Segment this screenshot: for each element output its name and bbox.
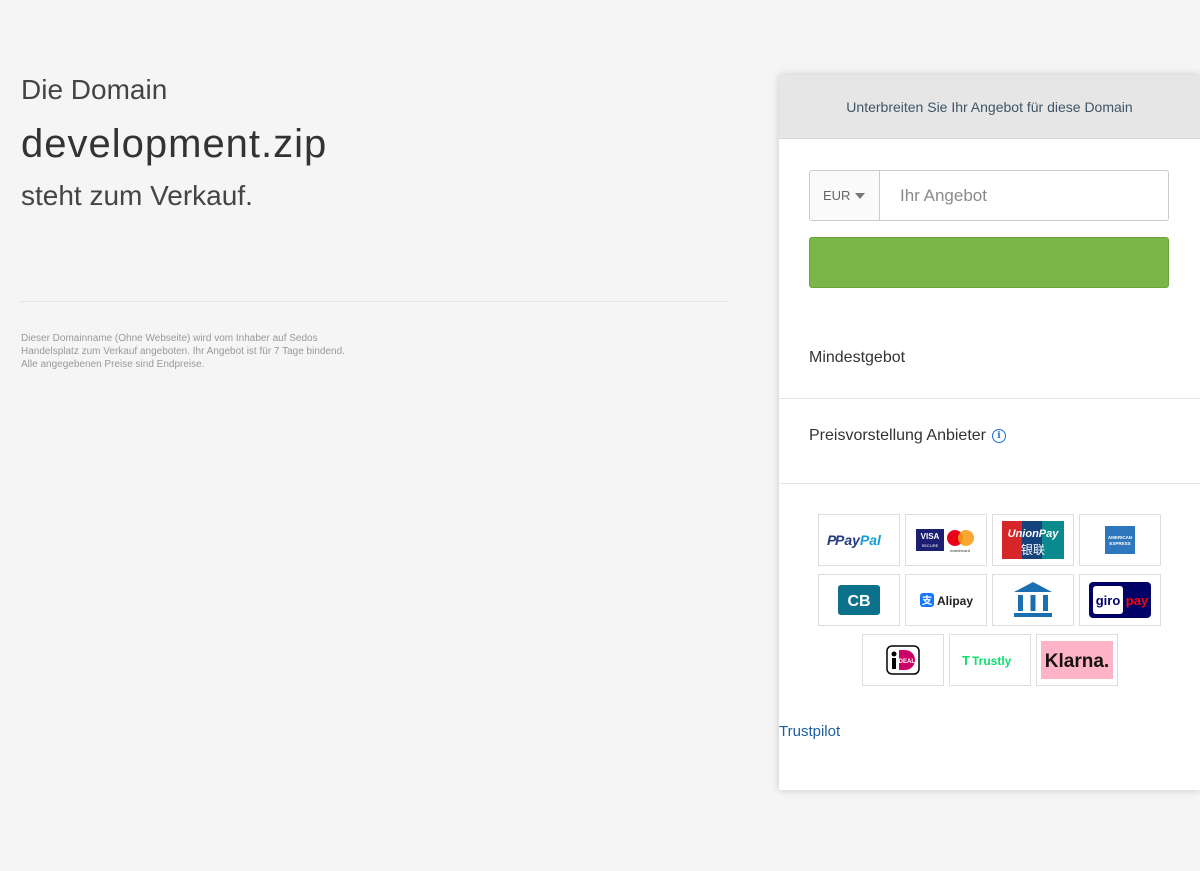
- svg-text:VISA: VISA: [921, 532, 940, 541]
- divider: [779, 483, 1200, 484]
- ideal-logo: iDEAL: [861, 634, 944, 686]
- klarna-logo: Klarna.: [1035, 634, 1118, 686]
- svg-text:Trustly: Trustly: [972, 654, 1012, 668]
- payment-methods-row: CB 支 Alipay giro pay: [779, 574, 1200, 626]
- svg-text:SECURE: SECURE: [922, 543, 939, 548]
- paypal-logo: P PayPal: [818, 514, 900, 566]
- sale-text: steht zum Verkauf.: [21, 180, 253, 211]
- svg-text:iDEAL: iDEAL: [897, 659, 915, 665]
- payment-methods-row: P PayPal VISA SECURE mastercard UnionPay…: [779, 514, 1200, 566]
- svg-text:支: 支: [921, 594, 933, 607]
- offer-panel-header: Unterbreiten Sie Ihr Angebot für diese D…: [779, 75, 1200, 139]
- intro-text: Die Domain: [21, 74, 168, 105]
- min-bid-label: Mindestgebot: [809, 349, 906, 366]
- svg-text:giro: giro: [1096, 593, 1121, 608]
- amex-logo: AMERICAN EXPRESS: [1079, 514, 1161, 566]
- unionpay-logo: UnionPay 银联: [992, 514, 1074, 566]
- alipay-logo: 支 Alipay: [905, 574, 987, 626]
- currency-select[interactable]: EUR: [809, 170, 880, 221]
- payment-methods-row: iDEAL T Trustly Klarna.: [779, 634, 1200, 686]
- domain-name: development.zip: [21, 122, 328, 166]
- svg-text:Klarna.: Klarna.: [1044, 651, 1108, 672]
- svg-text:CB: CB: [847, 593, 870, 610]
- trustly-logo: T Trustly: [948, 634, 1031, 686]
- svg-text:PayPal: PayPal: [835, 532, 882, 548]
- trustpilot-link[interactable]: Trustpilot: [779, 723, 840, 740]
- svg-text:T: T: [962, 653, 970, 668]
- svg-text:Alipay: Alipay: [937, 594, 973, 608]
- offer-form: EUR: [809, 170, 1169, 221]
- disclaimer: Dieser Domainname (Ohne Webseite) wird v…: [21, 333, 345, 370]
- seller-price-row: Preisvorstellung Anbieter i: [809, 427, 1006, 445]
- info-icon[interactable]: i: [991, 429, 1006, 443]
- submit-offer-button[interactable]: [809, 237, 1169, 288]
- svg-text:pay: pay: [1126, 593, 1149, 608]
- cb-logo: CB: [818, 574, 900, 626]
- divider: [21, 301, 728, 302]
- domain-intro: Die Domain development.zip steht zum Ver…: [21, 72, 728, 370]
- bank-transfer-icon: [992, 574, 1074, 626]
- offer-panel: Unterbreiten Sie Ihr Angebot für diese D…: [779, 75, 1200, 790]
- visa-mastercard-logo: VISA SECURE mastercard: [905, 514, 987, 566]
- svg-text:UnionPay: UnionPay: [1008, 528, 1060, 540]
- svg-text:mastercard: mastercard: [950, 548, 970, 553]
- giropay-logo: giro pay: [1079, 574, 1161, 626]
- currency-label: EUR: [823, 188, 851, 203]
- caret-down-icon: [855, 192, 866, 199]
- seller-price-label: Preisvorstellung Anbieter: [809, 427, 986, 444]
- svg-text:EXPRESS: EXPRESS: [1109, 541, 1130, 546]
- offer-input[interactable]: [880, 170, 1169, 221]
- svg-text:银联: 银联: [1021, 543, 1045, 557]
- svg-text:AMERICAN: AMERICAN: [1108, 535, 1132, 540]
- divider: [779, 398, 1200, 399]
